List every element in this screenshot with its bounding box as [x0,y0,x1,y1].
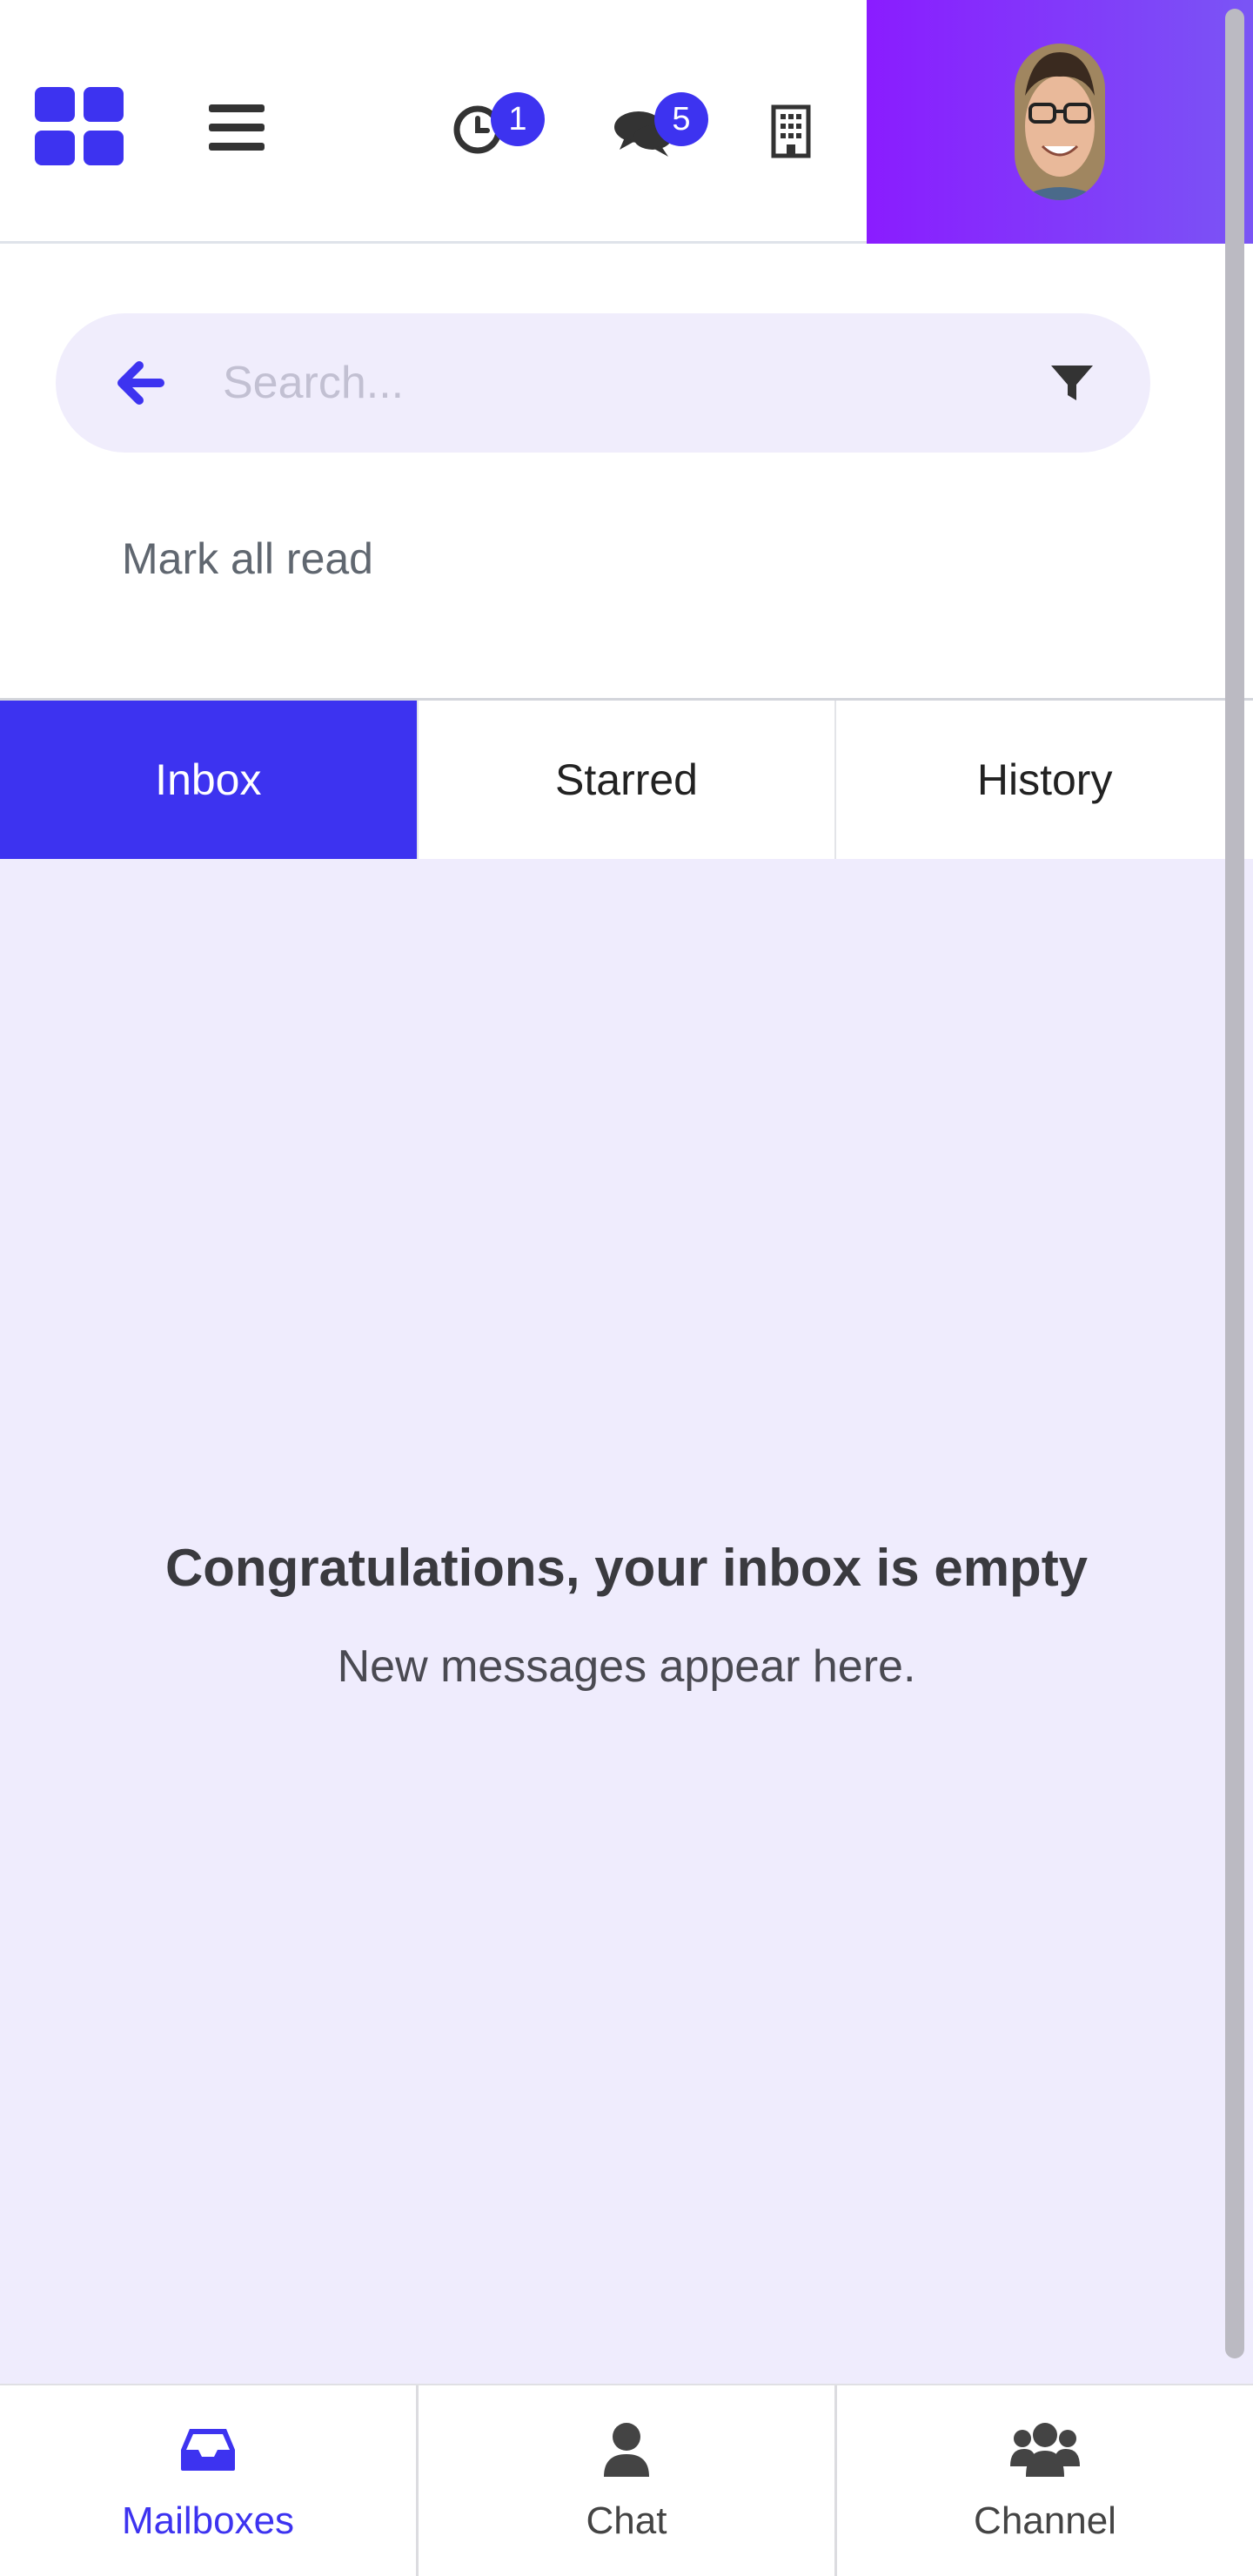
search-input[interactable] [223,339,1006,426]
message-list-area: Congratulations, your inbox is empty New… [0,859,1253,2384]
grid-apps-icon[interactable] [35,87,125,167]
reminders-button[interactable]: 1 [446,92,550,165]
filter-icon[interactable] [1048,359,1096,407]
messages-count-badge: 5 [654,92,708,146]
nav-label: Chat [586,2499,667,2542]
reminders-count-badge: 1 [491,92,545,146]
user-icon [602,2419,651,2480]
mailbox-tabs: Inbox Starred History [0,701,1253,859]
building-icon[interactable] [764,101,818,162]
nav-channel[interactable]: Channel [837,2385,1253,2576]
tab-starred[interactable]: Starred [418,701,837,859]
mark-all-read-link[interactable]: Mark all read [122,533,373,584]
nav-label: Mailboxes [121,2499,295,2542]
scrollbar[interactable] [1225,9,1244,2358]
inbox-tray-icon [179,2419,237,2480]
empty-state-title: Congratulations, your inbox is empty [164,1539,1089,1597]
avatar[interactable] [1015,44,1105,200]
nav-chat[interactable]: Chat [419,2385,837,2576]
users-group-icon [1010,2419,1080,2480]
hamburger-menu-icon[interactable] [207,101,266,155]
top-header: 1 5 [0,0,1253,244]
search-section: Mark all read [0,246,1253,699]
nav-label: Channel [974,2499,1116,2542]
profile-panel[interactable] [867,0,1253,244]
tab-inbox[interactable]: Inbox [0,701,419,859]
messages-button[interactable]: 5 [609,92,731,165]
bottom-navigation: Mailboxes Chat Channel [0,2384,1253,2576]
tab-history[interactable]: History [836,701,1253,859]
search-bar [56,313,1150,453]
arrow-left-icon[interactable] [117,359,165,407]
empty-state-subtitle: New messages appear here. [337,1641,916,1692]
nav-mailboxes[interactable]: Mailboxes [0,2385,419,2576]
